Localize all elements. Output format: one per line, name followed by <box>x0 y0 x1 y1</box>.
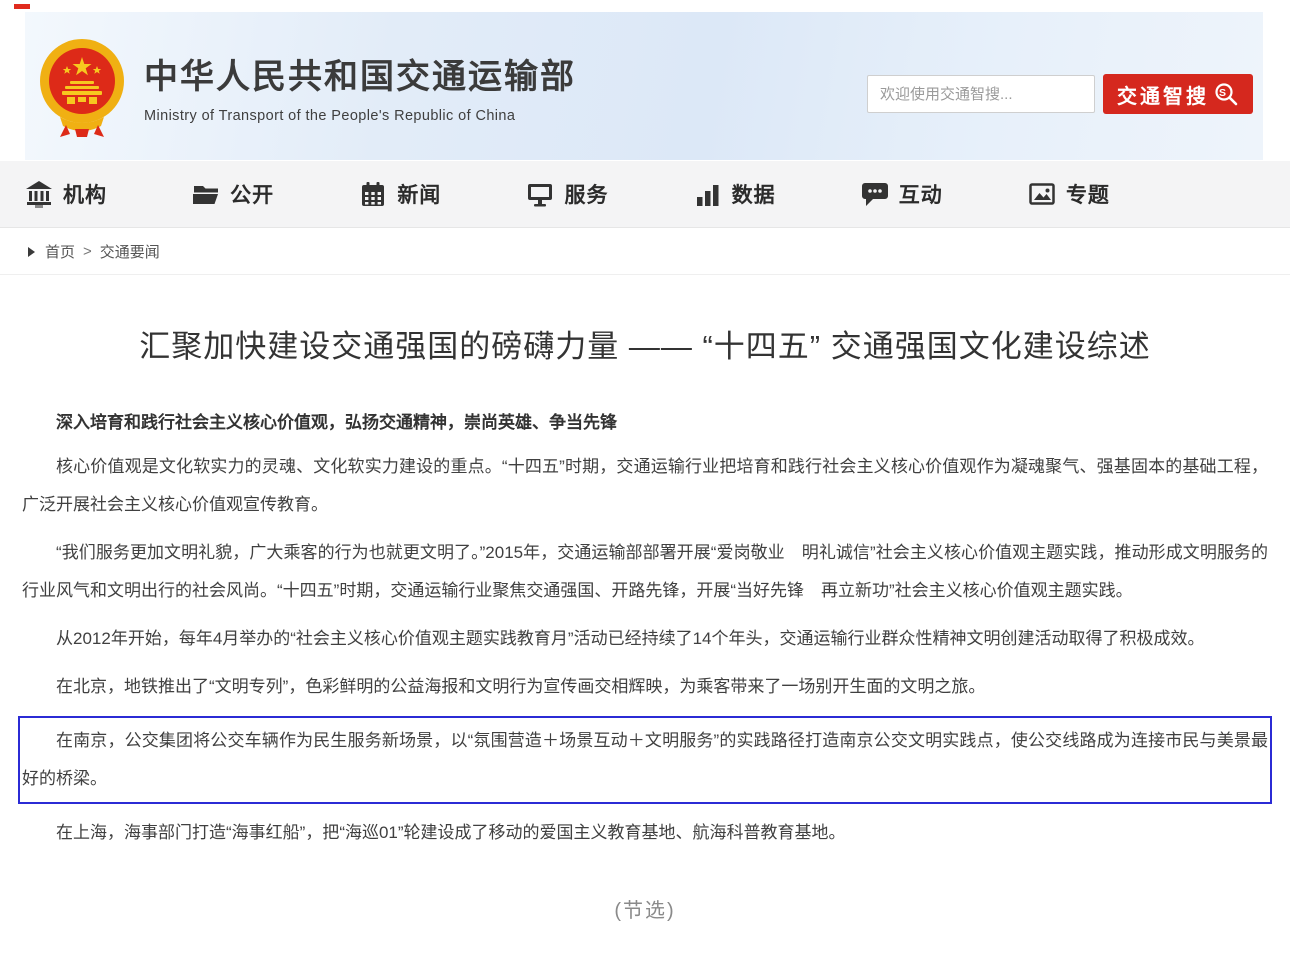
brand-block: 中华人民共和国交通运输部 Ministry of Transport of th… <box>144 49 576 124</box>
nav-item-gongkai[interactable]: 公开 <box>192 179 274 209</box>
red-corner-mark <box>14 4 30 9</box>
bar-chart-icon <box>694 180 722 208</box>
nav-label: 互动 <box>899 179 943 209</box>
nav-label: 机构 <box>63 179 107 209</box>
folder-icon <box>192 180 220 208</box>
picture-icon <box>1028 180 1056 208</box>
nav-label: 服务 <box>564 179 608 209</box>
nav-item-xinwen[interactable]: 新闻 <box>359 179 441 209</box>
breadcrumb-separator: > <box>83 243 92 260</box>
monitor-icon <box>526 180 554 208</box>
breadcrumb-home[interactable]: 首页 <box>45 241 75 262</box>
nav-label: 数据 <box>732 179 776 209</box>
speech-bubble-icon <box>861 180 889 208</box>
nav-item-shuju[interactable]: 数据 <box>694 179 776 209</box>
article: 汇聚加快建设交通强国的磅礴力量 —— “十四五” 交通强国文化建设综述 深入培育… <box>0 275 1290 923</box>
page: 中华人民共和国交通运输部 Ministry of Transport of th… <box>0 0 1290 978</box>
nav-item-jigou[interactable]: 机构 <box>25 179 107 209</box>
article-lead: 深入培育和践行社会主义核心价值观，弘扬交通精神，崇尚英雄、争当先锋 <box>22 408 1268 438</box>
breadcrumb-current[interactable]: 交通要闻 <box>100 241 160 262</box>
search-input[interactable] <box>867 75 1095 113</box>
smart-search-icon: S <box>1213 81 1239 107</box>
nav-item-zhuanti[interactable]: 专题 <box>1028 179 1110 209</box>
article-paragraph: 在北京，地铁推出了“文明专列”，色彩鲜明的公益海报和文明行为宣传画交相辉映，为乘… <box>22 668 1268 706</box>
article-paragraph: 核心价值观是文化软实力的灵魂、文化软实力建设的重点。“十四五”时期，交通运输行业… <box>22 448 1268 524</box>
caret-right-icon <box>28 247 35 257</box>
search-area: 交通智搜 S <box>867 74 1253 114</box>
nav-item-fuwu[interactable]: 服务 <box>526 179 608 209</box>
article-paragraph: 从2012年开始，每年4月举办的“社会主义核心价值观主题实践教育月”活动已经持续… <box>22 620 1268 658</box>
breadcrumb: 首页 > 交通要闻 <box>0 229 1290 275</box>
site-header: 中华人民共和国交通运输部 Ministry of Transport of th… <box>25 12 1263 160</box>
smart-search-button-label: 交通智搜 <box>1117 80 1209 109</box>
calendar-icon <box>359 180 387 208</box>
smart-search-button[interactable]: 交通智搜 S <box>1103 74 1253 114</box>
nav-item-hudong[interactable]: 互动 <box>861 179 943 209</box>
site-subtitle: Ministry of Transport of the People's Re… <box>144 108 576 124</box>
national-emblem-icon <box>32 33 132 139</box>
article-paragraph: 在上海，海事部门打造“海事红船”，把“海巡01”轮建设成了移动的爱国主义教育基地… <box>22 814 1268 852</box>
nav-label: 专题 <box>1066 179 1110 209</box>
main-nav: 机构 公开 新闻 <box>0 161 1290 228</box>
nav-label: 新闻 <box>397 179 441 209</box>
article-paragraph-highlighted: 在南京，公交集团将公交车辆作为民生服务新场景，以“氛围营造＋场景互动＋文明服务”… <box>18 716 1272 804</box>
excerpt-note: (节选) <box>22 894 1268 923</box>
bank-icon <box>25 180 53 208</box>
article-paragraph: “我们服务更加文明礼貌，广大乘客的行为也就更文明了。”2015年，交通运输部部署… <box>22 534 1268 610</box>
site-title: 中华人民共和国交通运输部 <box>144 49 576 98</box>
svg-text:S: S <box>1219 87 1229 99</box>
nav-label: 公开 <box>230 179 274 209</box>
article-title: 汇聚加快建设交通强国的磅礴力量 —— “十四五” 交通强国文化建设综述 <box>22 321 1268 366</box>
